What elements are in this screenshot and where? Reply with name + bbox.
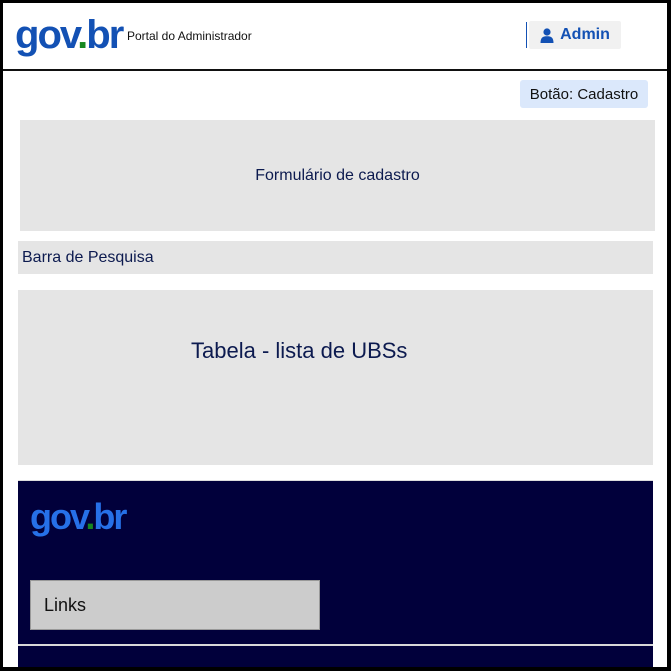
user-icon <box>540 27 554 43</box>
header-divider <box>526 22 527 48</box>
govbr-logo[interactable]: gov.br <box>15 11 124 59</box>
admin-button[interactable]: Admin <box>529 21 621 49</box>
footer-govbr-logo[interactable]: gov.br <box>30 495 127 539</box>
footer-links[interactable]: Links <box>30 580 320 630</box>
footer: gov.br Links <box>18 480 653 667</box>
search-bar[interactable]: Barra de Pesquisa <box>18 241 653 274</box>
footer-divider <box>18 644 653 646</box>
cadastro-button[interactable]: Botão: Cadastro <box>520 80 648 108</box>
form-placeholder-label: Formulário de cadastro <box>255 166 420 184</box>
footer-links-label: Links <box>44 594 87 615</box>
page-frame: gov.br Portal do Administrador Admin Bot… <box>3 3 667 667</box>
header: gov.br Portal do Administrador Admin <box>3 3 667 71</box>
portal-title: Portal do Administrador <box>127 29 252 43</box>
table-placeholder-label: Tabela - lista de UBSs <box>191 338 408 363</box>
cadastro-form[interactable]: Formulário de cadastro <box>20 120 655 231</box>
admin-label: Admin <box>560 26 610 43</box>
ubs-table[interactable]: Tabela - lista de UBSs <box>18 290 653 465</box>
search-placeholder-label: Barra de Pesquisa <box>22 248 154 266</box>
